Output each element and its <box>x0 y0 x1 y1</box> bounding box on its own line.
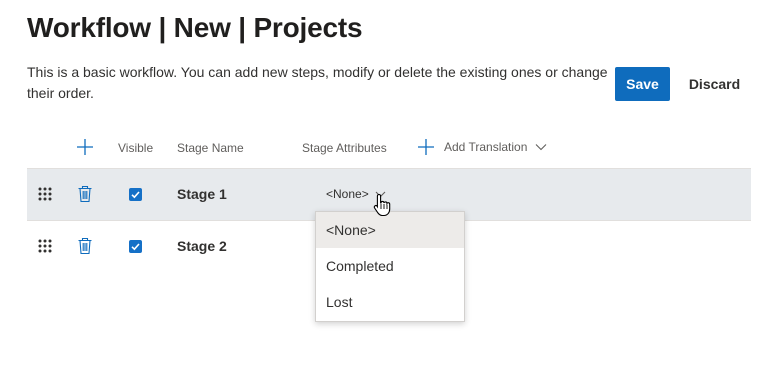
stage-name[interactable]: Stage 2 <box>177 238 227 254</box>
trash-icon[interactable] <box>77 185 93 203</box>
add-icon <box>77 139 93 155</box>
trash-icon[interactable] <box>77 237 93 255</box>
hand-pointer-cursor-icon <box>373 193 391 217</box>
visible-checkbox[interactable] <box>129 188 142 201</box>
visible-checkbox[interactable] <box>129 240 142 253</box>
drag-handle-icon[interactable] <box>37 238 53 254</box>
discard-button[interactable]: Discard <box>683 67 746 101</box>
add-translation-label: Add Translation <box>444 140 528 154</box>
dropdown-option-none[interactable]: <None> <box>316 212 464 248</box>
column-header-stage-name: Stage Name <box>177 141 244 155</box>
column-header-visible: Visible <box>118 141 154 155</box>
stage-attribute-dropdown: <None> Completed Lost <box>315 211 465 322</box>
drag-handle-icon[interactable] <box>37 186 53 202</box>
checkmark-icon <box>131 191 140 199</box>
add-translation-button[interactable]: Add Translation <box>416 136 547 158</box>
save-button[interactable]: Save <box>615 67 670 101</box>
dropdown-option-lost[interactable]: Lost <box>316 284 464 320</box>
add-stage-button[interactable] <box>74 136 96 158</box>
page-title: Workflow | New | Projects <box>27 12 363 43</box>
page-description: This is a basic workflow. You can add ne… <box>27 64 608 101</box>
stage-name[interactable]: Stage 1 <box>177 186 227 202</box>
stage-attribute-value: <None> <box>326 187 369 201</box>
dropdown-option-completed[interactable]: Completed <box>316 248 464 284</box>
add-icon <box>418 139 434 155</box>
column-header-stage-attributes: Stage Attributes <box>302 141 387 155</box>
chevron-down-icon <box>536 144 547 151</box>
checkmark-icon <box>131 243 140 251</box>
